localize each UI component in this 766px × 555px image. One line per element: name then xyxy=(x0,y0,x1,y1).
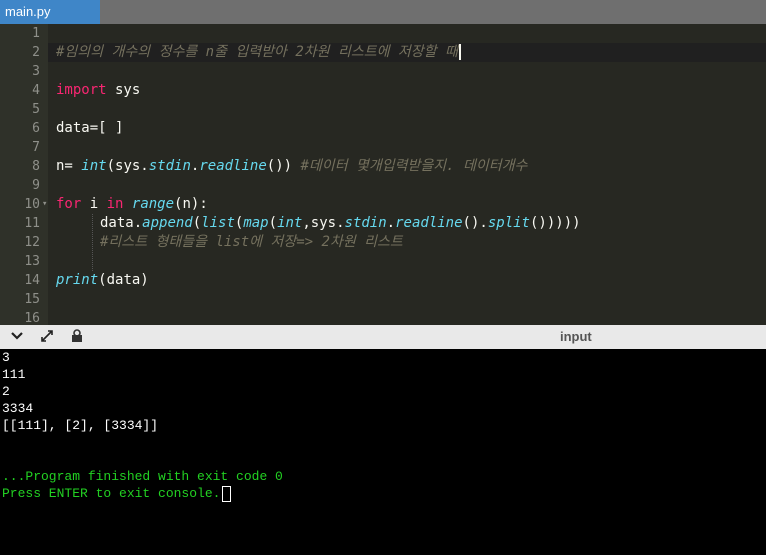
code-line-4: import sys xyxy=(56,81,140,100)
console-line: 111 xyxy=(2,367,26,382)
builtin: readline xyxy=(395,215,463,231)
builtin: stdin xyxy=(148,158,191,174)
line-number: 14 xyxy=(24,273,40,288)
line-number: 4 xyxy=(32,83,40,98)
code-editor[interactable]: 1 2 3 4 5 6 7 8 9 10 ▾ 11 12 13 14 15 16… xyxy=(0,24,766,325)
line-number: 6 xyxy=(32,121,40,136)
builtin: append xyxy=(142,215,193,231)
token: (n): xyxy=(174,196,208,212)
tab-main-py[interactable]: main.py xyxy=(0,0,100,24)
console-line: 3334 xyxy=(2,401,34,416)
token: i xyxy=(81,196,107,212)
token: n= xyxy=(56,158,82,174)
token: (). xyxy=(462,215,488,231)
line-number: 10 xyxy=(24,197,40,212)
comment: #리스트 형태들을 list에 저장=> 2차원 리스트 xyxy=(100,234,403,250)
keyword: for xyxy=(56,196,82,212)
line-number: 2 xyxy=(32,45,40,60)
chevron-down-icon[interactable] xyxy=(10,329,24,347)
console-output[interactable]: 3 111 2 3334 [[111], [2], [3334]] ...Pro… xyxy=(0,349,766,555)
token: . xyxy=(386,215,396,231)
line-number: 13 xyxy=(24,254,40,269)
line-number: 11 xyxy=(24,216,40,231)
exit-status-line: ...Program finished with exit code 0 xyxy=(2,469,283,484)
token: ,sys. xyxy=(302,215,345,231)
tab-bar: main.py xyxy=(0,0,766,24)
code-line-14: print(data) xyxy=(56,271,149,290)
token: (sys. xyxy=(106,158,149,174)
settings-icon[interactable] xyxy=(70,329,84,347)
line-number: 7 xyxy=(32,140,40,155)
line-number: 8 xyxy=(32,159,40,174)
token: ( xyxy=(192,215,202,231)
io-panel-header: input xyxy=(0,325,766,349)
press-enter-line: Press ENTER to exit console. xyxy=(2,485,232,502)
code-line-2: #임의의 개수의 정수를 n줄 입력받아 2차원 리스트에 저장할 때 xyxy=(56,43,461,62)
text-cursor xyxy=(458,44,461,60)
console-line: [[111], [2], [3334]] xyxy=(2,418,159,433)
line-number: 5 xyxy=(32,102,40,117)
builtin: readline xyxy=(199,158,267,174)
builtin: range xyxy=(131,196,175,212)
builtin: split xyxy=(487,215,530,231)
line-number-gutter: 1 2 3 4 5 6 7 8 9 10 ▾ 11 12 13 14 15 16 xyxy=(0,24,48,325)
console-line: 2 xyxy=(2,384,10,399)
line-number: 12 xyxy=(24,235,40,250)
token: ())))) xyxy=(530,215,581,231)
indent-guide xyxy=(92,214,93,271)
keyword: in xyxy=(106,196,124,212)
builtin: list xyxy=(201,215,235,231)
console-line: 3 xyxy=(2,350,10,365)
token: ( xyxy=(268,215,278,231)
press-enter-text: Press ENTER to exit console. xyxy=(2,486,221,501)
builtin: map xyxy=(243,215,269,231)
keyword: import xyxy=(56,82,107,98)
builtin: print xyxy=(56,272,99,288)
line-number: 1 xyxy=(32,26,40,41)
builtin: stdin xyxy=(344,215,387,231)
builtin: int xyxy=(81,158,107,174)
builtin: int xyxy=(277,215,303,231)
line-number: 16 xyxy=(24,311,40,325)
token: (data) xyxy=(98,272,149,288)
console-cursor xyxy=(222,485,232,502)
line-number: 3 xyxy=(32,64,40,79)
statement: data=[ ] xyxy=(56,120,124,136)
line-number: 9 xyxy=(32,178,40,193)
token: ()) xyxy=(266,158,301,174)
identifier: sys xyxy=(106,82,141,98)
fold-arrow-icon[interactable]: ▾ xyxy=(42,195,47,214)
line-number: 15 xyxy=(24,292,40,307)
code-line-6: data=[ ] xyxy=(56,119,123,138)
comment: #데이터 몇개입력받을지. 데이터개수 xyxy=(300,158,528,174)
code-line-12: #리스트 형태들을 list에 저장=> 2차원 리스트 xyxy=(100,233,403,252)
comment: #임의의 개수의 정수를 n줄 입력받아 2차원 리스트에 저장할 때 xyxy=(56,44,458,60)
code-line-11: data.append(list(map(int,sys.stdin.readl… xyxy=(100,214,581,233)
token: data. xyxy=(100,215,143,231)
expand-arrows-icon[interactable] xyxy=(40,329,54,347)
code-line-8: n= int(sys.stdin.readline()) #데이터 몇개입력받을… xyxy=(56,157,527,176)
code-line-10: for i in range(n): xyxy=(56,195,208,214)
input-label: input xyxy=(560,329,592,344)
